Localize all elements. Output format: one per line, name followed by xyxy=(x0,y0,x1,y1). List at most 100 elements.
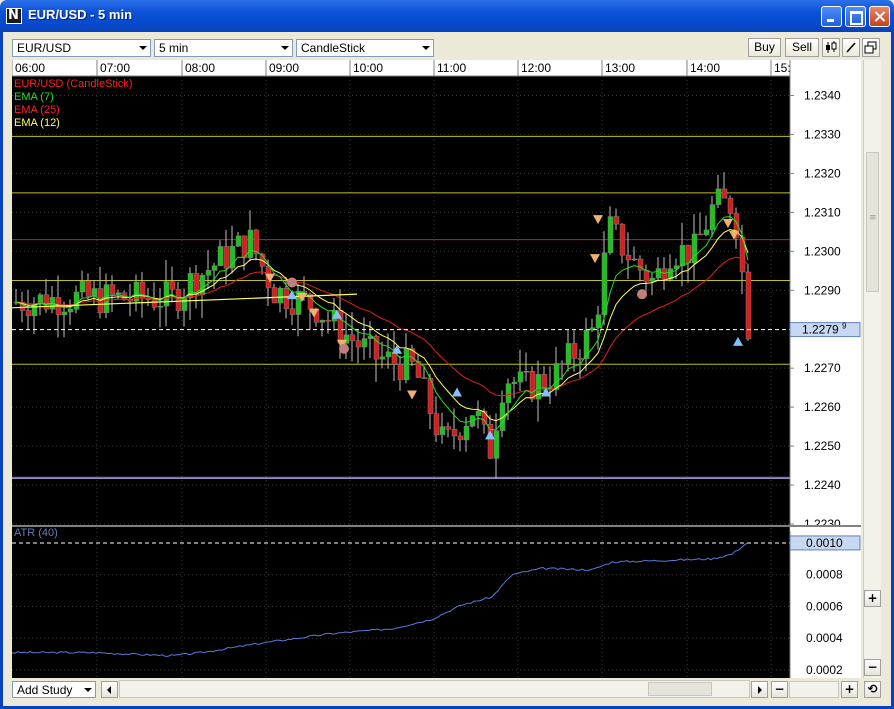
candle-body xyxy=(379,356,386,360)
candle-body xyxy=(577,358,584,360)
atr-legend: ATR (40) xyxy=(14,527,58,539)
chart-type-select[interactable]: CandleStick xyxy=(296,39,434,57)
candle-body xyxy=(85,280,92,297)
instrument-select[interactable]: EUR/USD xyxy=(12,39,151,57)
candle-body xyxy=(505,383,512,404)
horizontal-scrollbar[interactable] xyxy=(119,680,750,698)
scroll-right-button[interactable] xyxy=(751,681,768,698)
period-select[interactable]: 5 min xyxy=(154,39,293,57)
candle-body xyxy=(601,252,608,316)
instrument-value: EUR/USD xyxy=(17,41,72,55)
candle-body xyxy=(607,216,614,254)
candle-body xyxy=(451,429,458,437)
candle-body xyxy=(541,374,548,388)
candle-body xyxy=(385,351,392,358)
buy-signal-marker xyxy=(733,336,743,346)
candle-body xyxy=(163,281,170,307)
candle-body xyxy=(247,229,254,259)
candle-body xyxy=(553,363,560,390)
reset-zoom-button[interactable]: ⟲ xyxy=(864,681,881,698)
minus-icon: − xyxy=(774,682,785,696)
add-study-select[interactable]: Add Study xyxy=(12,681,96,698)
candle-body xyxy=(223,246,230,269)
chevron-down-icon[interactable] xyxy=(80,682,95,698)
minimize-button[interactable] xyxy=(821,6,842,27)
atr-tick-label: 0.0008 xyxy=(806,568,843,582)
zoom-in-vertical-button[interactable]: + xyxy=(864,590,881,607)
scroll-left-button[interactable] xyxy=(101,681,118,698)
candle-tool-button[interactable] xyxy=(822,38,840,57)
app-logo-icon: N xyxy=(6,8,22,24)
candle-body xyxy=(277,288,284,304)
chevron-down-icon[interactable] xyxy=(135,40,150,56)
candle-body xyxy=(217,246,224,266)
candle-body xyxy=(115,292,122,295)
draw-line-button[interactable] xyxy=(842,38,860,57)
time-tick-label: 14:00 xyxy=(690,61,720,75)
candle-body xyxy=(475,410,482,416)
signal-circle-marker xyxy=(287,277,297,288)
candle-body xyxy=(517,371,524,383)
candle-body xyxy=(361,338,368,348)
candle-body xyxy=(433,413,440,435)
pencil-icon xyxy=(846,42,856,53)
candle-body xyxy=(325,319,332,322)
candle-body xyxy=(181,297,188,311)
detach-window-icon xyxy=(864,41,877,54)
price-tick-label: 1.2260 xyxy=(804,400,841,414)
plus-icon: + xyxy=(844,682,855,696)
window-titlebar[interactable]: N EUR/USD - 5 min xyxy=(0,0,894,32)
candle-body xyxy=(619,223,626,256)
detach-button[interactable] xyxy=(862,38,880,57)
price-tick-label: 1.2290 xyxy=(804,283,841,297)
candle-body xyxy=(703,229,710,236)
price-tick-label: 1.2340 xyxy=(804,88,841,102)
legend-entry: EUR/USD (CandleStick) xyxy=(14,78,133,90)
vertical-scroll-thumb[interactable] xyxy=(866,152,879,292)
price-chart-canvas[interactable]: 06:00 07:00 08:00 09:00 10:00 11:00 12:00 13:00… xyxy=(12,60,861,678)
current-price-superscript: 9 xyxy=(842,322,847,331)
vertical-zoom-scrollbar[interactable] xyxy=(863,60,881,678)
sell-button[interactable]: Sell xyxy=(785,38,819,57)
horizontal-scroll-thumb[interactable] xyxy=(648,682,712,696)
candle-body xyxy=(127,299,134,302)
atr-current-label: 0.0010 xyxy=(806,536,843,550)
zoom-out-horizontal-button[interactable]: − xyxy=(771,681,788,698)
zoom-in-horizontal-button[interactable]: + xyxy=(841,681,858,698)
candle-body xyxy=(79,280,86,293)
maximize-icon xyxy=(846,7,865,26)
ema-12-line xyxy=(15,228,749,422)
price-tick-label: 1.2270 xyxy=(804,361,841,375)
candle-body xyxy=(625,254,632,261)
panel-separator-axis xyxy=(790,527,861,531)
candle-body xyxy=(37,294,44,305)
candle-body xyxy=(445,426,452,430)
zoom-slider[interactable] xyxy=(789,681,839,698)
refresh-icon: ⟲ xyxy=(867,682,878,696)
close-button[interactable] xyxy=(869,6,890,27)
candle-body xyxy=(643,269,650,282)
chevron-down-icon[interactable] xyxy=(277,40,292,56)
candle-body xyxy=(157,305,164,308)
candle-body xyxy=(499,402,506,431)
time-tick-label: 06:00 xyxy=(15,61,45,75)
zoom-out-vertical-button[interactable]: − xyxy=(864,659,881,676)
chart-panel[interactable]: 06:00 07:00 08:00 09:00 10:00 11:00 12:00 13:00… xyxy=(12,60,861,678)
price-tick-label: 1.2310 xyxy=(804,205,841,219)
candle-body xyxy=(631,258,638,261)
chevron-down-icon[interactable] xyxy=(418,40,433,56)
sell-signal-marker xyxy=(593,215,603,225)
candlestick-icon xyxy=(826,41,837,53)
price-tick-label: 1.2300 xyxy=(804,244,841,258)
chart-type-value: CandleStick xyxy=(301,41,366,55)
time-tick-label: 13:00 xyxy=(605,61,635,75)
candle-body xyxy=(211,265,218,271)
candle-body xyxy=(655,268,662,279)
buy-signal-marker xyxy=(485,430,495,440)
candle-body xyxy=(271,287,278,304)
candle-body xyxy=(175,289,182,311)
maximize-button[interactable] xyxy=(845,6,866,27)
buy-button[interactable]: Buy xyxy=(748,38,781,57)
price-tick-label: 1.2250 xyxy=(804,439,841,453)
candle-body xyxy=(169,281,176,290)
